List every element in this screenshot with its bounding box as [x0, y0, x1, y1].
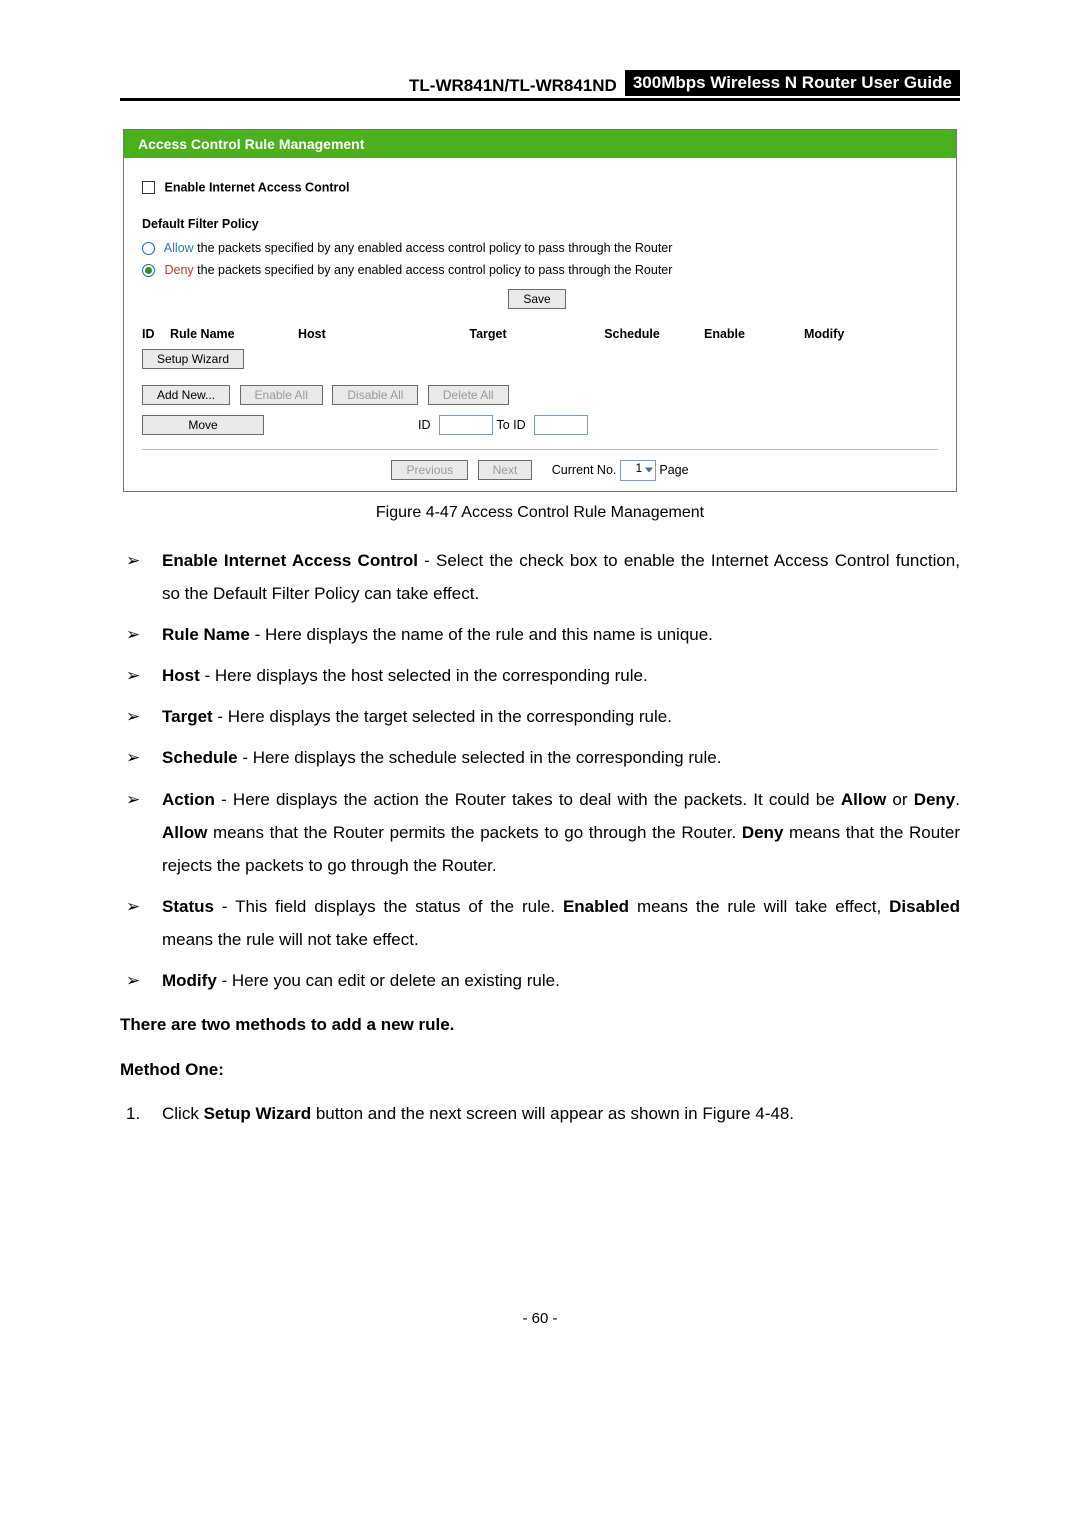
- th-target: Target: [416, 327, 560, 341]
- move-id-label: ID: [418, 418, 431, 432]
- rule-table-header: ID Rule Name Host Target Schedule Enable…: [142, 327, 938, 341]
- radio-deny[interactable]: [142, 264, 155, 277]
- bulk-buttons-row: Add New... Enable All Disable All Delete…: [142, 385, 938, 405]
- current-no-label: Current No.: [552, 463, 617, 477]
- step-number: 1.: [126, 1098, 140, 1130]
- th-id: ID: [142, 327, 170, 341]
- previous-button[interactable]: Previous: [391, 460, 468, 480]
- enable-access-label: Enable Internet Access Control: [164, 181, 349, 195]
- move-id-input[interactable]: [439, 415, 493, 435]
- move-button[interactable]: Move: [142, 415, 264, 435]
- feature-list: Enable Internet Access Control - Select …: [120, 544, 960, 998]
- next-button[interactable]: Next: [478, 460, 533, 480]
- ui-body: Enable Internet Access Control Default F…: [124, 158, 956, 491]
- list-item-modify: Modify - Here you can edit or delete an …: [120, 964, 960, 997]
- document-page: TL-WR841N/TL-WR841ND 300Mbps Wireless N …: [0, 0, 1080, 1367]
- list-item: Rule Name - Here displays the name of th…: [120, 618, 960, 651]
- th-modify: Modify: [804, 327, 938, 341]
- policy-allow-row[interactable]: Allow the packets specified by any enabl…: [142, 239, 938, 257]
- ui-screenshot: Access Control Rule Management Enable In…: [123, 129, 957, 492]
- enable-all-button[interactable]: Enable All: [240, 385, 323, 405]
- allow-text: the packets specified by any enabled acc…: [194, 241, 673, 255]
- disable-all-button[interactable]: Disable All: [332, 385, 418, 405]
- policy-deny-row[interactable]: Deny the packets specified by any enable…: [142, 261, 938, 279]
- setup-wizard-row: Setup Wizard: [142, 349, 938, 369]
- list-item: Schedule - Here displays the schedule se…: [120, 741, 960, 774]
- steps-list: 1. Click Setup Wizard button and the nex…: [120, 1098, 960, 1130]
- list-item-status: Status - This field displays the status …: [120, 890, 960, 956]
- method-one-label: Method One:: [120, 1054, 960, 1086]
- radio-allow[interactable]: [142, 242, 155, 255]
- header-title-right: 300Mbps Wireless N Router User Guide: [625, 70, 960, 96]
- page-select[interactable]: 1: [620, 460, 656, 481]
- th-rule: Rule Name: [170, 327, 298, 341]
- enable-access-row: Enable Internet Access Control: [142, 180, 938, 195]
- step-1: 1. Click Setup Wizard button and the nex…: [120, 1098, 960, 1130]
- deny-word: Deny: [164, 263, 193, 277]
- pager-row: Previous Next Current No. 1 Page: [142, 449, 938, 481]
- delete-all-button[interactable]: Delete All: [428, 385, 509, 405]
- allow-word: Allow: [164, 241, 194, 255]
- setup-wizard-button[interactable]: Setup Wizard: [142, 349, 244, 369]
- move-row: Move ID To ID: [142, 415, 938, 435]
- page-header: TL-WR841N/TL-WR841ND 300Mbps Wireless N …: [120, 70, 960, 101]
- page-select-value: 1: [634, 461, 643, 475]
- add-new-button[interactable]: Add New...: [142, 385, 230, 405]
- th-sched: Schedule: [560, 327, 704, 341]
- list-item: Target - Here displays the target select…: [120, 700, 960, 733]
- move-toid-label: To ID: [497, 418, 526, 432]
- list-item: Enable Internet Access Control - Select …: [120, 544, 960, 610]
- figure-caption: Figure 4-47 Access Control Rule Manageme…: [120, 504, 960, 522]
- save-row: Save: [142, 289, 938, 309]
- ui-title: Access Control Rule Management: [124, 130, 956, 158]
- list-item: Host - Here displays the host selected i…: [120, 659, 960, 692]
- header-model: TL-WR841N/TL-WR841ND: [409, 76, 625, 96]
- page-number: - 60 -: [120, 1310, 960, 1327]
- enable-access-checkbox[interactable]: [142, 181, 155, 194]
- methods-intro: There are two methods to add a new rule.: [120, 1009, 960, 1041]
- th-host: Host: [298, 327, 416, 341]
- deny-text: the packets specified by any enabled acc…: [194, 263, 673, 277]
- page-label: Page: [659, 463, 688, 477]
- list-item-action: Action - Here displays the action the Ro…: [120, 783, 960, 882]
- default-filter-policy-label: Default Filter Policy: [142, 217, 938, 231]
- th-enable: Enable: [704, 327, 804, 341]
- save-button[interactable]: Save: [508, 289, 565, 309]
- move-toid-input[interactable]: [534, 415, 588, 435]
